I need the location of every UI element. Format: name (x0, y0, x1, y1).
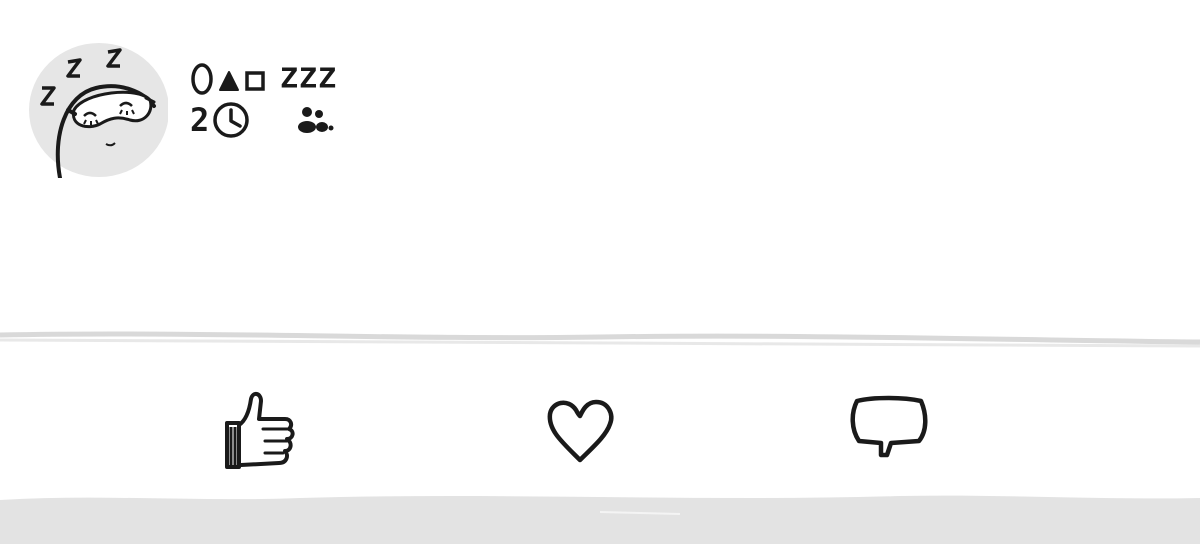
avatar[interactable] (26, 40, 168, 178)
speech-bubble-icon (850, 395, 928, 458)
author-name[interactable]: ZZZ (190, 60, 337, 98)
sleeping-face-icon (29, 43, 168, 178)
comment-button[interactable] (843, 380, 933, 480)
post-header: ZZZ 2 (26, 40, 337, 180)
post-info: 2 (190, 100, 337, 140)
like-button[interactable] (210, 380, 300, 480)
author-name-shapes (190, 62, 266, 96)
love-button[interactable] (535, 380, 625, 480)
triangle-shape-icon (219, 71, 239, 91)
square-shape-icon (245, 71, 265, 91)
divider (0, 331, 1200, 348)
post-time-value: 2 (190, 101, 210, 139)
post-meta: ZZZ 2 (190, 60, 337, 140)
clock-icon (211, 100, 253, 140)
circle-shape-icon (191, 63, 213, 95)
bottom-bar (0, 495, 1200, 544)
action-bar (0, 380, 1200, 480)
author-name-suffix: ZZZ (280, 62, 338, 95)
thumbs-up-icon (225, 392, 295, 469)
heart-icon (547, 399, 614, 463)
friends-icon[interactable] (295, 103, 335, 137)
post-card: ZZZ 2 (0, 0, 1200, 544)
